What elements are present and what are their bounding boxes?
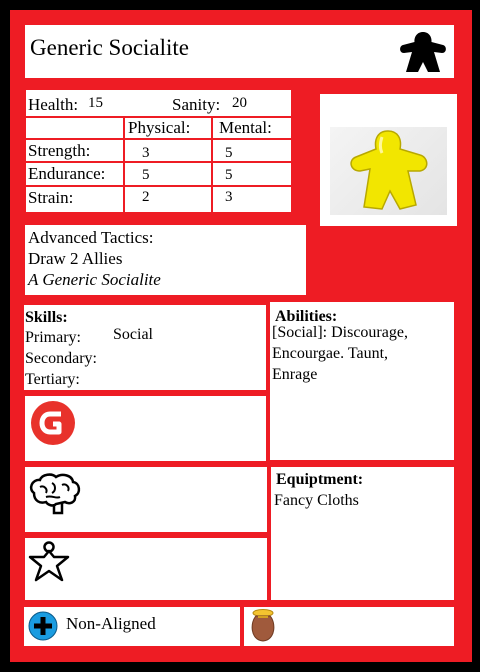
- tactics-flavor: A Generic Socialite: [28, 270, 161, 289]
- health-value: 15: [88, 95, 103, 111]
- strength-mental: 5: [225, 145, 233, 161]
- grid-line: [26, 185, 291, 187]
- skills-panel: Skills: Primary: Social Secondary: Terti…: [24, 305, 266, 390]
- abilities-text-2: Encourgae. Taunt,: [272, 345, 389, 362]
- skill-slot-g: [25, 396, 266, 461]
- abilities-text-1: [Social]: Discourage,: [272, 324, 408, 341]
- tactics-panel: Advanced Tactics: Draw 2 Allies A Generi…: [25, 225, 306, 295]
- grid-line: [26, 138, 291, 140]
- col-physical: Physical:: [128, 118, 191, 137]
- skills-heading: Skills:: [25, 309, 68, 326]
- sanity-label: Sanity:: [172, 95, 221, 114]
- portrait-photo: [330, 127, 447, 215]
- row-label-endurance: Endurance:: [28, 164, 106, 183]
- stats-panel: Health: 15 Sanity: 20 Physical: Mental: …: [26, 90, 291, 212]
- skills-primary-value: Social: [113, 326, 153, 343]
- star-person-icon: [28, 541, 70, 582]
- skills-primary-label: Primary:: [25, 329, 81, 346]
- equipment-item: Fancy Cloths: [274, 492, 359, 509]
- sanity-value: 20: [232, 95, 247, 111]
- name-panel: Generic Socialite: [25, 25, 454, 78]
- character-name: Generic Socialite: [30, 35, 190, 60]
- skills-tertiary-label: Tertiary:: [25, 371, 80, 388]
- grid-line: [211, 116, 213, 212]
- grid-line: [26, 161, 291, 163]
- yellow-meeple-icon: [350, 130, 428, 210]
- strength-physical: 3: [142, 145, 150, 161]
- row-label-strength: Strength:: [28, 141, 91, 160]
- skills-secondary-label: Secondary:: [25, 350, 97, 367]
- alignment-panel: Non-Aligned: [24, 607, 240, 646]
- portrait-panel: [320, 94, 457, 226]
- strain-mental: 3: [225, 189, 233, 205]
- pouch-panel: [244, 607, 454, 646]
- equipment-panel: Equiptment: Fancy Cloths: [271, 467, 454, 600]
- skill-slot-brain: [25, 467, 267, 532]
- abilities-panel: Abilities: [Social]: Discourage, Encourg…: [270, 302, 454, 460]
- row-label-strain: Strain:: [28, 188, 74, 207]
- col-mental: Mental:: [219, 118, 272, 137]
- health-label: Health:: [28, 95, 79, 114]
- plus-circle-icon: [28, 611, 58, 641]
- endurance-mental: 5: [225, 167, 233, 183]
- brain-icon: [29, 473, 81, 515]
- skill-slot-star: [25, 538, 267, 600]
- alignment-label: Non-Aligned: [66, 614, 156, 633]
- meeple-icon: [400, 32, 446, 72]
- strain-physical: 2: [142, 189, 150, 205]
- coin-pouch-icon: [251, 609, 275, 642]
- grid-line: [123, 116, 125, 212]
- tactics-heading: Advanced Tactics:: [28, 228, 154, 247]
- abilities-text-3: Enrage: [272, 366, 318, 383]
- equipment-heading: Equiptment:: [276, 471, 364, 488]
- character-card: Generic Socialite Health: 15 Sanity: 20 …: [10, 10, 472, 662]
- g-logo-icon: [31, 401, 75, 445]
- tactics-effect: Draw 2 Allies: [28, 249, 123, 268]
- endurance-physical: 5: [142, 167, 150, 183]
